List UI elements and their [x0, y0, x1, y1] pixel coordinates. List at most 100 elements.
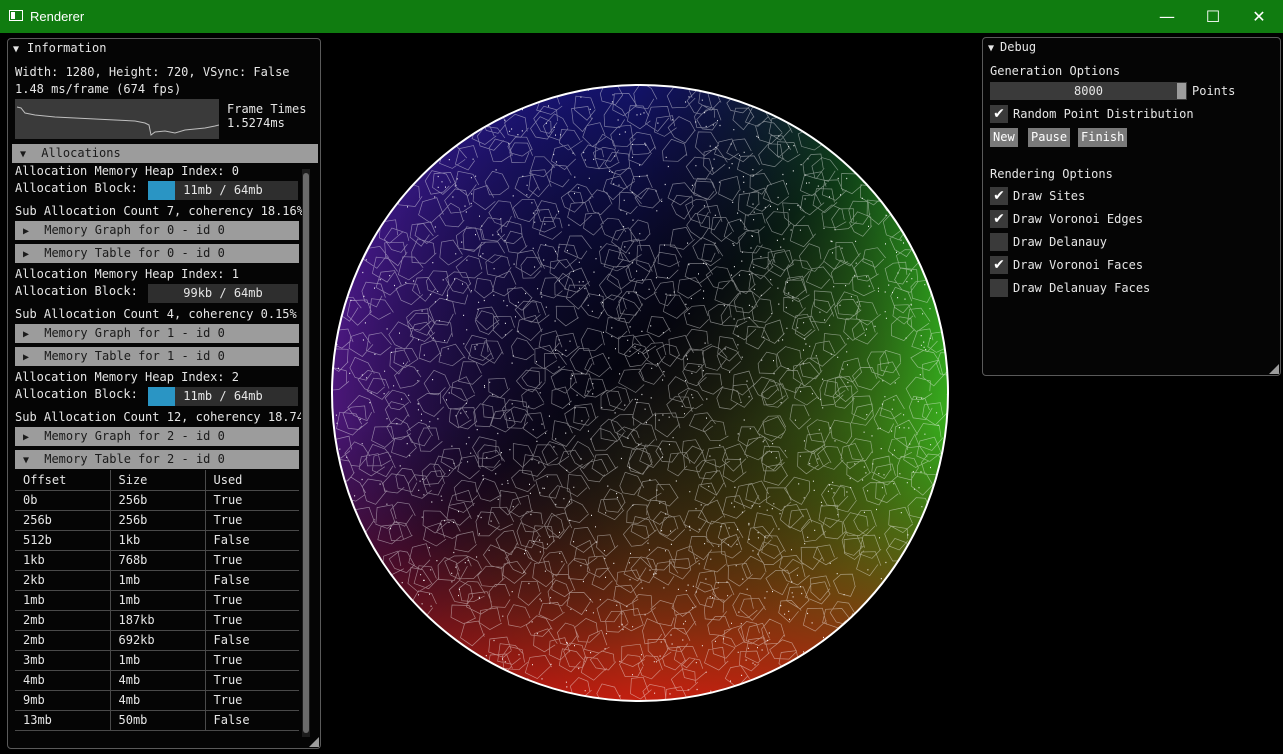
- cell-used: False: [205, 570, 299, 591]
- frame-times-graph[interactable]: [15, 99, 219, 139]
- finish-button[interactable]: Finish: [1078, 128, 1128, 147]
- debug-window[interactable]: ▼ Debug Generation Options 8000 Points ✔ …: [982, 37, 1281, 376]
- maximize-button[interactable]: ☐: [1190, 0, 1236, 33]
- cell-offset: 512b: [15, 530, 111, 551]
- memory-graph-header[interactable]: ▶ Memory Graph for 1 - id 0: [15, 324, 299, 343]
- table-row: 512b 1kb False: [15, 530, 299, 551]
- information-header[interactable]: ▼ Information: [13, 41, 106, 55]
- window-title: Renderer: [30, 9, 85, 24]
- sub-allocation-text: Sub Allocation Count 12, coherency 18.74…: [15, 410, 301, 424]
- cell-size: 187kb: [110, 610, 206, 631]
- table-row: 3mb 1mb True: [15, 650, 299, 671]
- allocation-block-bar: 11mb / 64mb: [148, 387, 298, 406]
- minimize-button[interactable]: —: [1144, 0, 1190, 33]
- option-label: Draw Voronoi Faces: [1013, 258, 1144, 272]
- table-row: 1kb 768b True: [15, 550, 299, 571]
- random-distribution-checkbox[interactable]: ✔: [990, 105, 1008, 123]
- check-icon: ✔: [993, 188, 1005, 204]
- option-checkbox[interactable]: ✔: [990, 210, 1008, 228]
- cell-used: True: [205, 550, 299, 571]
- debug-header[interactable]: ▼ Debug: [988, 40, 1036, 54]
- option-checkbox[interactable]: [990, 233, 1008, 251]
- points-slider[interactable]: 8000: [990, 82, 1187, 100]
- memory-graph-header[interactable]: ▶ Memory Graph for 2 - id 0: [15, 427, 299, 446]
- memory-table-header[interactable]: ▶ Memory Table for 0 - id 0: [15, 244, 299, 263]
- scrollbar-track[interactable]: [302, 169, 310, 737]
- allocation-block-bar: 11mb / 64mb: [148, 181, 298, 200]
- cell-offset: 13mb: [15, 710, 111, 731]
- slider-grab[interactable]: [1177, 83, 1186, 99]
- allocations-header[interactable]: ▼ Allocations: [12, 144, 318, 163]
- cell-offset: 2mb: [15, 610, 111, 631]
- generation-options-title: Generation Options: [990, 64, 1121, 78]
- table-row: 1mb 1mb True: [15, 590, 299, 611]
- voronoi-sphere-viewport[interactable]: [330, 84, 950, 702]
- memory-table-header[interactable]: ▼ Memory Table for 2 - id 0: [15, 450, 299, 469]
- cell-offset: 9mb: [15, 690, 111, 711]
- resize-grip[interactable]: [309, 737, 319, 747]
- cell-offset: 4mb: [15, 670, 111, 691]
- sub-allocation-text: Sub Allocation Count 7, coherency 18.16%: [15, 204, 304, 218]
- cell-used: True: [205, 490, 299, 511]
- option-checkbox[interactable]: ✔: [990, 256, 1008, 274]
- column-header-used: Used: [205, 470, 299, 491]
- points-value: 8000: [1074, 84, 1103, 98]
- cell-used: True: [205, 510, 299, 531]
- table-row: 2kb 1mb False: [15, 570, 299, 591]
- rendering-options-title: Rendering Options: [990, 167, 1113, 181]
- allocation-block-label: Allocation Block:: [15, 284, 138, 298]
- table-row: 0b 256b True: [15, 490, 299, 511]
- cell-size: 50mb: [110, 710, 206, 731]
- table-row: 4mb 4mb True: [15, 670, 299, 691]
- table-row: 9mb 4mb True: [15, 690, 299, 711]
- table-header-row: Offset Size Used: [15, 470, 299, 491]
- option-checkbox[interactable]: [990, 279, 1008, 297]
- resize-grip[interactable]: [1269, 364, 1279, 374]
- frame-rate-text: 1.48 ms/frame (674 fps): [15, 82, 182, 96]
- expand-arrow-icon: ▶: [23, 432, 30, 443]
- app-icon: [9, 10, 23, 21]
- cell-used: True: [205, 590, 299, 611]
- memory-table-header[interactable]: ▶ Memory Table for 1 - id 0: [15, 347, 299, 366]
- cell-size: 692kb: [110, 630, 206, 651]
- information-window[interactable]: ▼ Information Width: 1280, Height: 720, V…: [7, 38, 321, 749]
- check-icon: ✔: [993, 106, 1005, 122]
- column-header-size: Size: [110, 470, 206, 491]
- cell-offset: 0b: [15, 490, 111, 511]
- expand-arrow-icon: ▶: [23, 249, 30, 260]
- resolution-text: Width: 1280, Height: 720, VSync: False: [15, 65, 290, 79]
- memory-graph-header[interactable]: ▶ Memory Graph for 0 - id 0: [15, 221, 299, 240]
- pause-button[interactable]: Pause: [1028, 128, 1071, 147]
- expand-arrow-icon: ▶: [23, 329, 30, 340]
- heap-index-label: Allocation Memory Heap Index: 2: [15, 370, 239, 384]
- cell-used: False: [205, 530, 299, 551]
- collapse-arrow-icon: ▼: [988, 43, 995, 54]
- option-label: Draw Sites: [1013, 189, 1086, 203]
- points-label: Points: [1192, 84, 1236, 98]
- option-label: Draw Delanauy: [1013, 235, 1107, 249]
- cell-offset: 2kb: [15, 570, 111, 591]
- cell-size: 1mb: [110, 650, 206, 671]
- random-distribution-label: Random Point Distribution: [1013, 107, 1194, 121]
- scrollbar-thumb[interactable]: [303, 173, 309, 733]
- option-checkbox[interactable]: ✔: [990, 187, 1008, 205]
- cell-used: True: [205, 650, 299, 671]
- cell-offset: 2mb: [15, 630, 111, 651]
- cell-size: 256b: [110, 490, 206, 511]
- close-button[interactable]: ✕: [1236, 0, 1282, 33]
- cell-size: 256b: [110, 510, 206, 531]
- new-button[interactable]: New: [990, 128, 1018, 147]
- cell-size: 1mb: [110, 570, 206, 591]
- table-row: 2mb 187kb True: [15, 610, 299, 631]
- table-row: 2mb 692kb False: [15, 630, 299, 651]
- table-row: 13mb 50mb False: [15, 710, 299, 731]
- allocation-block-label: Allocation Block:: [15, 387, 138, 401]
- cell-size: 4mb: [110, 690, 206, 711]
- frame-times-label: Frame Times: [227, 102, 307, 116]
- allocation-block-label: Allocation Block:: [15, 181, 138, 195]
- cell-offset: 1mb: [15, 590, 111, 611]
- expand-arrow-icon: ▶: [23, 352, 30, 363]
- allocation-block-bar: 99kb / 64mb: [148, 284, 298, 303]
- cell-size: 1mb: [110, 590, 206, 611]
- cell-size: 4mb: [110, 670, 206, 691]
